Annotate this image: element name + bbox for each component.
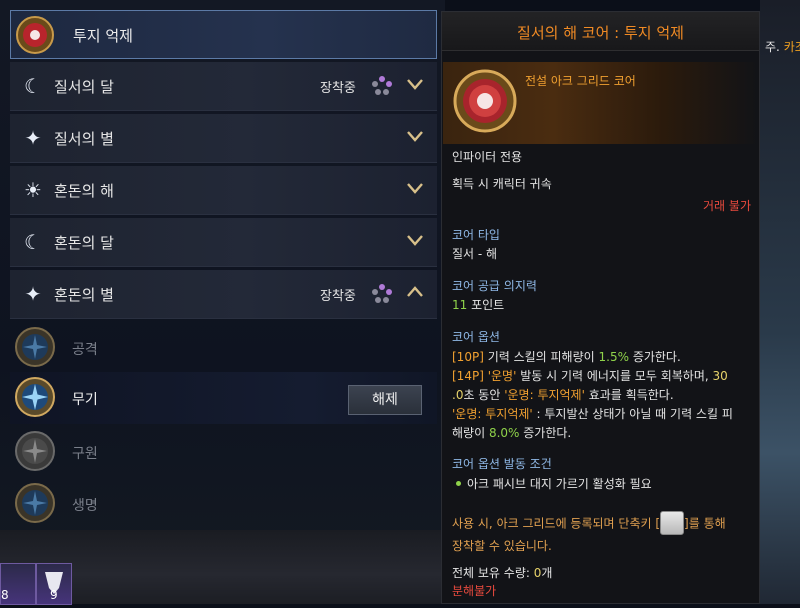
category-row-chaos-sun[interactable]: ☀ 혼돈의 해 bbox=[10, 166, 437, 215]
category-name: 질서의 별 bbox=[54, 130, 114, 148]
condition-label: 코어 옵션 발동 조건 bbox=[452, 457, 552, 471]
will-label: 코어 공급 의지력 bbox=[452, 279, 537, 293]
gem-item-attack[interactable]: 공격 bbox=[10, 322, 437, 374]
option-line-4: '운명: 투지억제' : 투지발산 상태가 아닐 때 기력 스킬 피 bbox=[452, 407, 733, 421]
class-restriction: 인파이터 전용 bbox=[452, 150, 523, 164]
category-name: 질서의 달 bbox=[54, 78, 114, 96]
usage-line-1: 사용 시, 아크 그리드에 등록되며 단축키 []를 통해 bbox=[452, 511, 726, 536]
corner-text: 주. 카조 bbox=[765, 40, 800, 54]
moon-icon: ☾ bbox=[24, 230, 42, 254]
core-type-label: 코어 타입 bbox=[452, 228, 500, 242]
bullet-icon bbox=[456, 481, 461, 486]
tooltip-title: 질서의 해 코어 : 투지 억제 bbox=[517, 24, 684, 42]
shortcut-key-icon bbox=[660, 511, 685, 535]
option-line-2: [14P] '운명' 발동 시 기력 에너지를 모두 회복하며, 30 bbox=[452, 369, 728, 383]
option-line-3: .0초 동안 '운명: 투지억제' 효과를 획득한다. bbox=[452, 388, 674, 402]
category-row-order-moon[interactable]: ☾ 질서의 달 장착중 bbox=[10, 62, 437, 111]
gem-label: 공격 bbox=[72, 342, 98, 358]
gem-label: 생명 bbox=[72, 498, 98, 514]
chevron-down-icon[interactable] bbox=[406, 231, 424, 249]
equipped-label: 장착중 bbox=[320, 289, 356, 304]
sun-core-icon bbox=[453, 69, 517, 133]
will-value: 11 포인트 bbox=[452, 298, 505, 312]
release-button[interactable]: 해제 bbox=[348, 385, 422, 415]
trade-info: 거래 불가 bbox=[703, 199, 751, 213]
item-tooltip: 질서의 해 코어 : 투지 억제 전설 아크 그리드 코어 인파이터 전용 획득… bbox=[441, 11, 760, 604]
gem-item-life[interactable]: 생명 bbox=[10, 478, 437, 530]
disassemble-info: 분해불가 bbox=[452, 584, 497, 598]
background-right bbox=[760, 0, 800, 604]
category-row-chaos-star[interactable]: ✦ 혼돈의 별 장착중 bbox=[10, 270, 437, 319]
selected-core-name: 투지 억제 bbox=[73, 27, 133, 45]
star-icon: ✦ bbox=[24, 126, 42, 150]
gem-item-salvation[interactable]: 구원 bbox=[10, 426, 437, 478]
gem-label: 구원 bbox=[72, 446, 98, 462]
option-line-1: [10P] 기력 스킬의 피해량이 1.5% 증가한다. bbox=[452, 350, 681, 364]
category-name: 혼돈의 별 bbox=[54, 286, 114, 304]
category-name: 혼돈의 달 bbox=[54, 234, 114, 252]
owned-quantity: 전체 보유 수량: 0개 bbox=[452, 566, 553, 580]
sun-core-icon bbox=[16, 16, 54, 54]
gem-item-weapon[interactable]: 무기 해제 bbox=[10, 372, 437, 424]
chevron-down-icon[interactable] bbox=[406, 75, 424, 93]
gem-icon bbox=[15, 377, 55, 417]
condition-value: 아크 패시브 대지 가르기 활성화 필요 bbox=[452, 475, 652, 492]
equipped-label: 장착중 bbox=[320, 81, 356, 96]
gem-label: 무기 bbox=[72, 392, 98, 408]
gem-slots-icon bbox=[372, 284, 392, 303]
options-label: 코어 옵션 bbox=[452, 330, 500, 344]
gem-icon bbox=[15, 327, 55, 367]
bind-info: 획득 시 캐릭터 귀속 bbox=[452, 177, 552, 191]
option-line-5: 해량이 8.0% 증가한다. bbox=[452, 426, 572, 440]
gem-icon bbox=[15, 483, 55, 523]
hotbar-count: 8 bbox=[1, 588, 9, 602]
tooltip-header: 질서의 해 코어 : 투지 억제 bbox=[442, 12, 759, 51]
usage-line-2: 장착할 수 있습니다. bbox=[452, 539, 552, 553]
moon-icon: ☾ bbox=[24, 74, 42, 98]
selected-core-row[interactable]: 투지 억제 bbox=[10, 10, 437, 59]
hotbar-count: 9 bbox=[50, 588, 58, 602]
category-row-chaos-moon[interactable]: ☾ 혼돈의 달 bbox=[10, 218, 437, 267]
sun-icon: ☀ bbox=[24, 178, 42, 202]
category-row-order-star[interactable]: ✦ 질서의 별 bbox=[10, 114, 437, 163]
category-name: 혼돈의 해 bbox=[54, 182, 114, 200]
star-icon: ✦ bbox=[24, 282, 42, 306]
chevron-down-icon[interactable] bbox=[406, 127, 424, 145]
gem-slots-icon bbox=[372, 76, 392, 95]
gem-icon bbox=[15, 431, 55, 471]
item-grade: 전설 아크 그리드 코어 bbox=[525, 74, 636, 88]
chevron-down-icon[interactable] bbox=[406, 179, 424, 197]
core-type-value: 질서 - 해 bbox=[452, 247, 498, 261]
chevron-up-icon[interactable] bbox=[406, 283, 424, 301]
